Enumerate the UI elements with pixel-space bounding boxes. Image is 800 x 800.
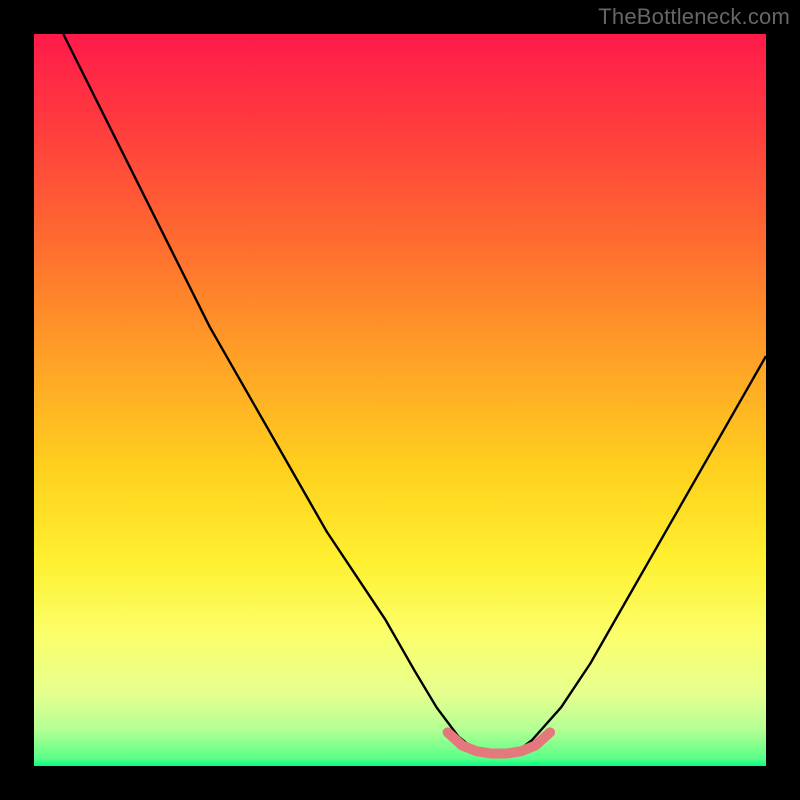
- watermark-text: TheBottleneck.com: [598, 4, 790, 30]
- bottleneck-curve: [63, 34, 766, 754]
- chart-frame: TheBottleneck.com: [0, 0, 800, 800]
- plot-area: [34, 34, 766, 766]
- chart-svg: [34, 34, 766, 766]
